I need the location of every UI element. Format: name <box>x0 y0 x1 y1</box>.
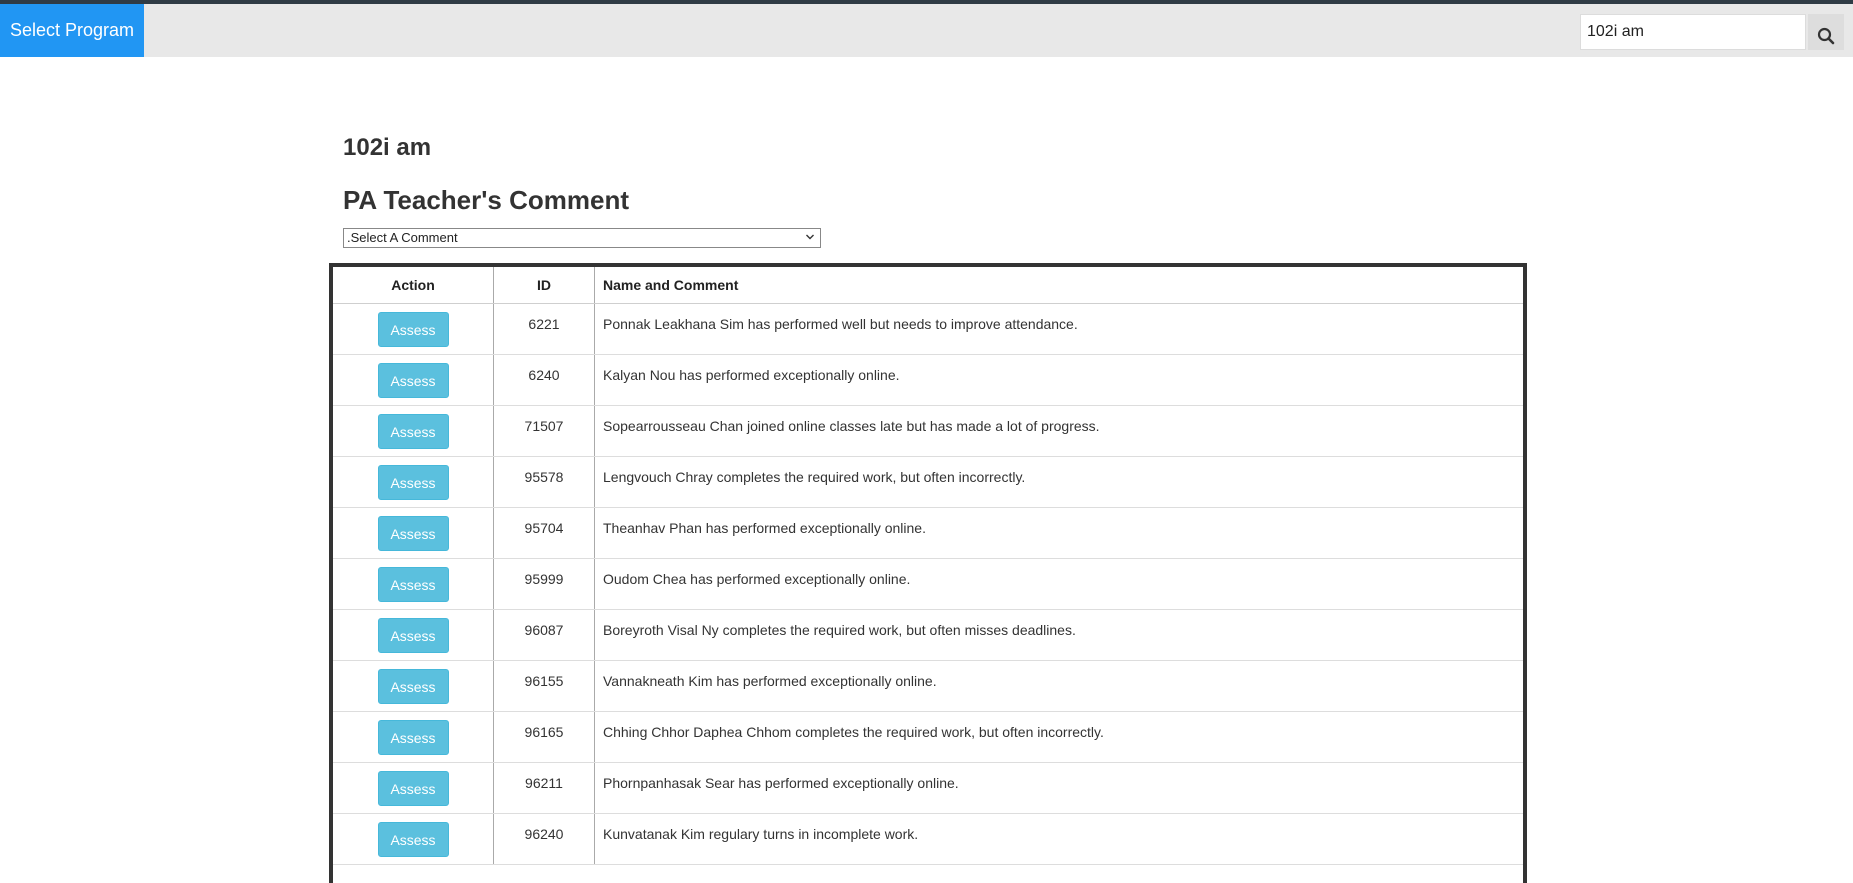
header-name-comment: Name and Comment <box>594 267 1523 304</box>
header-id: ID <box>493 267 595 304</box>
assess-button[interactable]: Assess <box>377 465 449 500</box>
table-row: Assess 96155 Vannakneath Kim has performed… <box>333 660 1523 712</box>
table-header-row: Action ID Name and Comment <box>333 267 1523 304</box>
table-row: Assess 71507 Sopearrousseau Chan joined on… <box>333 405 1523 457</box>
assess-button[interactable]: Assess <box>377 414 449 449</box>
search-icon <box>1817 27 1835 45</box>
student-id-cell: 71507 <box>493 405 595 457</box>
table-row: Assess 6221 Ponnak Leakhana Sim has perfor… <box>333 303 1523 355</box>
action-cell: Assess <box>333 354 494 406</box>
students-table-frame: Action ID Name and Comment Assess 6221 Pon… <box>329 263 1527 883</box>
student-id-cell: 96155 <box>493 660 595 712</box>
table-row: Assess 96240 Kunvatanak Kim regulary turns… <box>333 813 1523 865</box>
assess-button[interactable]: Assess <box>377 771 449 806</box>
table-row: Assess 95999 Oudom Chea has performed exce… <box>333 558 1523 610</box>
action-cell: Assess <box>333 762 494 814</box>
action-cell: Assess <box>333 813 494 865</box>
student-id-cell: 95578 <box>493 456 595 508</box>
table-body: Assess 6221 Ponnak Leakhana Sim has perfor… <box>333 303 1523 865</box>
comment-heading: PA Teacher's Comment <box>343 185 629 215</box>
assess-button[interactable]: Assess <box>377 669 449 704</box>
student-id-cell: 96165 <box>493 711 595 763</box>
assess-button[interactable]: Assess <box>377 516 449 551</box>
students-table: Action ID Name and Comment Assess 6221 Pon… <box>333 267 1523 865</box>
table-row: Assess 96165 Chhing Chhor Daphea Chhom com… <box>333 711 1523 763</box>
assess-button[interactable]: Assess <box>377 618 449 653</box>
student-id-cell: 95704 <box>493 507 595 559</box>
action-cell: Assess <box>333 660 494 712</box>
name-comment-cell: Chhing Chhor Daphea Chhom completes the … <box>594 711 1523 763</box>
action-cell: Assess <box>333 609 494 661</box>
class-title: 102i am <box>343 134 432 161</box>
action-cell: Assess <box>333 711 494 763</box>
name-comment-cell: Vannakneath Kim has performed exceptiona… <box>594 660 1523 712</box>
table-row: Assess 96087 Boreyroth Visal Ny completes … <box>333 609 1523 661</box>
search-button[interactable] <box>1808 14 1844 50</box>
assess-button[interactable]: Assess <box>377 312 449 347</box>
chevron-down-icon <box>806 234 814 240</box>
header-action: Action <box>333 267 494 304</box>
action-cell: Assess <box>333 558 494 610</box>
action-cell: Assess <box>333 507 494 559</box>
name-comment-cell: Phornpanhasak Sear has performed excepti… <box>594 762 1523 814</box>
student-id-cell: 96240 <box>493 813 595 865</box>
action-cell: Assess <box>333 405 494 457</box>
table-row: Assess 95578 Lengvouch Chray completes the… <box>333 456 1523 508</box>
action-cell: Assess <box>333 303 494 355</box>
assess-button[interactable]: Assess <box>377 363 449 398</box>
student-id-cell: 96087 <box>493 609 595 661</box>
student-id-cell: 96211 <box>493 762 595 814</box>
assess-button[interactable]: Assess <box>377 822 449 857</box>
student-id-cell: 6221 <box>493 303 595 355</box>
student-id-cell: 95999 <box>493 558 595 610</box>
search-input[interactable] <box>1580 14 1806 50</box>
name-comment-cell: Oudom Chea has performed exceptionally o… <box>594 558 1523 610</box>
name-comment-cell: Kalyan Nou has performed exceptionally o… <box>594 354 1523 406</box>
name-comment-cell: Ponnak Leakhana Sim has performed well b… <box>594 303 1523 355</box>
table-row: Assess 96211 Phornpanhasak Sear has perfor… <box>333 762 1523 814</box>
name-comment-cell: Theanhav Phan has performed exceptionall… <box>594 507 1523 559</box>
table-row: Assess 6240 Kalyan Nou has performed excep… <box>333 354 1523 406</box>
student-id-cell: 6240 <box>493 354 595 406</box>
comment-select[interactable]: .Select A Comment <box>343 228 821 248</box>
assess-button[interactable]: Assess <box>377 567 449 602</box>
name-comment-cell: Sopearrousseau Chan joined online classe… <box>594 405 1523 457</box>
comment-select-value: .Select A Comment <box>347 230 458 245</box>
assess-button[interactable]: Assess <box>377 720 449 755</box>
table-row: Assess 95704 Theanhav Phan has performed e… <box>333 507 1523 559</box>
name-comment-cell: Boreyroth Visal Ny completes the require… <box>594 609 1523 661</box>
select-program-button[interactable]: Select Program <box>0 4 144 57</box>
name-comment-cell: Kunvatanak Kim regulary turns in incompl… <box>594 813 1523 865</box>
action-cell: Assess <box>333 456 494 508</box>
name-comment-cell: Lengvouch Chray completes the required w… <box>594 456 1523 508</box>
top-navbar: Select Program <box>0 4 1853 57</box>
